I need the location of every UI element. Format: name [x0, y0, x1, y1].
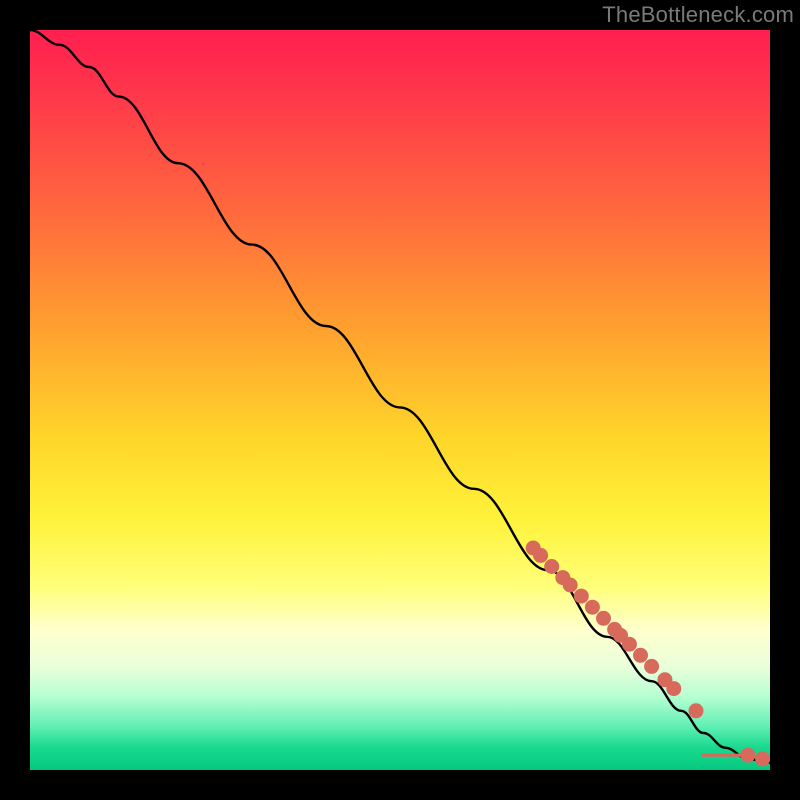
watermark-text: TheBottleneck.com [602, 2, 794, 28]
plot-area [30, 30, 770, 770]
data-marker [633, 648, 648, 663]
markers-group [526, 541, 770, 767]
data-marker [689, 703, 704, 718]
data-marker [533, 548, 548, 563]
curve-line [30, 30, 770, 763]
data-marker [644, 659, 659, 674]
data-marker [563, 578, 578, 593]
data-marker [755, 751, 770, 766]
data-marker [585, 600, 600, 615]
data-marker [544, 559, 559, 574]
chart-frame: TheBottleneck.com [0, 0, 800, 800]
data-marker [596, 611, 611, 626]
data-marker [666, 681, 681, 696]
data-marker [574, 589, 589, 604]
chart-svg [30, 30, 770, 770]
data-marker [622, 637, 637, 652]
